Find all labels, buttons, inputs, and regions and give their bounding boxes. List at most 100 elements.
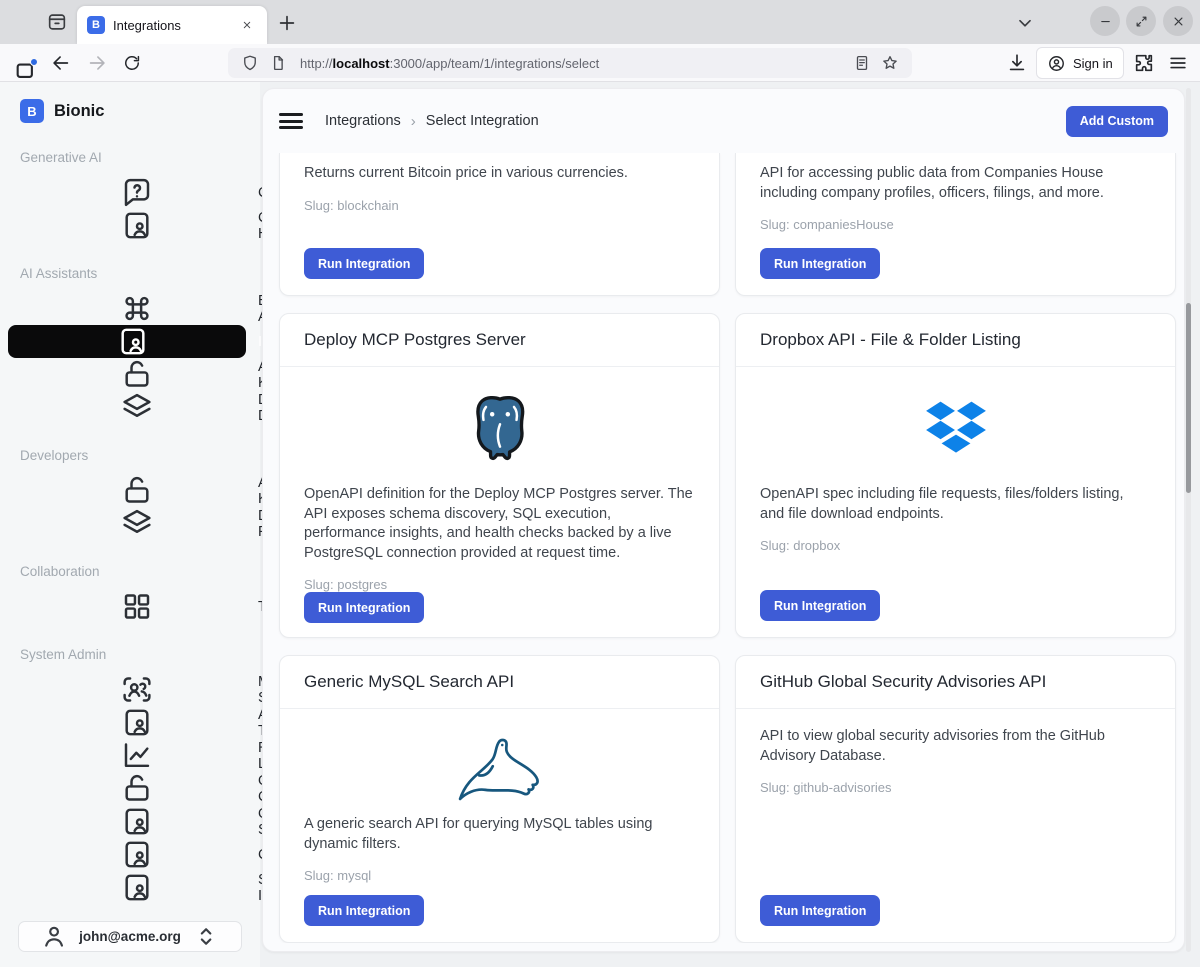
- book-user-icon: [28, 209, 246, 242]
- chat-question-icon: [28, 176, 246, 209]
- grid-icon: [28, 590, 246, 623]
- browser-menu-icon[interactable]: [1167, 52, 1189, 74]
- browser-tab[interactable]: B Integrations: [77, 6, 267, 44]
- firefox-view-icon[interactable]: [14, 60, 36, 82]
- card-description: Returns current Bitcoin price in various…: [304, 164, 695, 184]
- shield-icon[interactable]: [241, 54, 259, 72]
- browser-toolbar: http://localhost:3000/app/team/1/integra…: [0, 44, 1200, 82]
- sign-in-button[interactable]: Sign in: [1036, 47, 1124, 79]
- sidebar-item-dev-api-keys[interactable]: API Keys: [8, 474, 246, 507]
- sidebar-item-chat-history[interactable]: Chat History: [8, 209, 246, 242]
- page-info-icon[interactable]: [269, 54, 287, 72]
- card-slug: Slug: companiesHouse: [760, 217, 1151, 232]
- card-slug: Slug: github-advisories: [760, 780, 1151, 795]
- scrollbar-thumb[interactable]: [1186, 303, 1191, 493]
- run-integration-button[interactable]: Run Integration: [760, 590, 880, 621]
- user-email: john@acme.org: [79, 929, 181, 944]
- sidebar-item-document-pipelines[interactable]: Document Pipelines: [8, 507, 246, 540]
- book-user-icon: [20, 325, 246, 358]
- sidebar-item-categories[interactable]: Categories: [8, 838, 246, 871]
- mysql-logo: [304, 729, 695, 809]
- tab-manager-icon[interactable]: [46, 11, 68, 33]
- brand: B Bionic: [0, 96, 260, 126]
- cards-scroll-area[interactable]: Returns current Bitcoin price in various…: [263, 153, 1184, 943]
- menu-toggle-icon[interactable]: [279, 113, 303, 129]
- window-minimize-button[interactable]: [1090, 6, 1120, 36]
- sidebar-item-system-info[interactable]: System Info: [8, 871, 246, 904]
- book-user-icon: [28, 805, 246, 838]
- main-area: Integrations › Select Integration Add Cu…: [260, 82, 1200, 967]
- reader-mode-icon[interactable]: [853, 54, 871, 72]
- scrollbar-track[interactable]: [1186, 88, 1191, 952]
- sidebar-item-rate-limits[interactable]: Rate Limits: [8, 739, 246, 772]
- tab-title: Integrations: [113, 18, 237, 33]
- run-integration-button[interactable]: Run Integration: [304, 592, 424, 623]
- breadcrumb: Integrations › Select Integration: [325, 113, 539, 130]
- url-scheme: http://: [300, 56, 333, 71]
- sidebar-item-model-setup[interactable]: Model Setup: [8, 673, 246, 706]
- user-menu[interactable]: john@acme.org: [18, 921, 242, 952]
- card-slug: Slug: postgres: [304, 577, 695, 592]
- tab-favicon: B: [87, 16, 105, 34]
- back-button[interactable]: [50, 52, 72, 74]
- tab-close-icon[interactable]: [237, 15, 257, 35]
- run-integration-button[interactable]: Run Integration: [304, 248, 424, 279]
- sidebar-item-integrations[interactable]: Integrations: [8, 325, 246, 358]
- card-title: GitHub Global Security Advisories API: [736, 656, 1175, 709]
- run-integration-button[interactable]: Run Integration: [304, 895, 424, 926]
- card-blockchain: Returns current Bitcoin price in various…: [279, 153, 720, 296]
- breadcrumb-integrations[interactable]: Integrations: [325, 113, 401, 129]
- tab-list-chevron-icon[interactable]: [1014, 12, 1036, 34]
- sidebar-item-openapi-specs[interactable]: OpenAPI Specs: [8, 805, 246, 838]
- card-description: OpenAPI spec including file requests, fi…: [760, 485, 1151, 524]
- lock-open-icon: [28, 358, 246, 391]
- notification-dot: [30, 58, 38, 66]
- sidebar-item-explore-assistants[interactable]: Explore Assistants: [8, 292, 246, 325]
- browser-titlebar: B Integrations: [0, 0, 1200, 44]
- window-maximize-button[interactable]: [1126, 6, 1156, 36]
- add-custom-button[interactable]: Add Custom: [1066, 106, 1168, 137]
- section-label-generative-ai: Generative AI: [20, 148, 240, 168]
- reload-button[interactable]: [122, 53, 142, 73]
- card-github-advisories: GitHub Global Security Advisories API AP…: [735, 655, 1176, 943]
- person-icon: [29, 922, 79, 951]
- app-root: B Bionic Generative AI Chat Chat History…: [0, 82, 1200, 967]
- sidebar-item-oauth-clients[interactable]: OAuth Clients: [8, 772, 246, 805]
- card-description: API to view global security advisories f…: [760, 727, 1151, 766]
- card-description: OpenAPI definition for the Deploy MCP Po…: [304, 485, 695, 563]
- window-close-button[interactable]: [1163, 6, 1193, 36]
- sidebar-item-audit-trail[interactable]: Audit Trail: [8, 706, 246, 739]
- sidebar-item-teams[interactable]: Teams: [8, 590, 246, 623]
- bookmark-star-icon[interactable]: [881, 54, 899, 72]
- url-host: localhost: [333, 56, 390, 71]
- new-tab-button[interactable]: [276, 12, 298, 34]
- card-companies-house: API for accessing public data from Compa…: [735, 153, 1176, 296]
- url-path: :3000/app/team/1/integrations/select: [390, 56, 600, 71]
- panel-header: Integrations › Select Integration Add Cu…: [263, 89, 1184, 153]
- card-description: API for accessing public data from Compa…: [760, 164, 1151, 203]
- section-label-developers: Developers: [20, 446, 240, 466]
- dropbox-logo: [760, 387, 1151, 475]
- run-integration-button[interactable]: Run Integration: [760, 248, 880, 279]
- sidebar-item-chat[interactable]: Chat: [8, 176, 246, 209]
- run-integration-button[interactable]: Run Integration: [760, 895, 880, 926]
- account-icon: [1047, 54, 1066, 73]
- sign-in-label: Sign in: [1073, 56, 1113, 71]
- section-label-ai-assistants: AI Assistants: [20, 264, 240, 284]
- users-scan-icon: [28, 673, 246, 706]
- downloads-icon[interactable]: [1006, 52, 1028, 74]
- sidebar-item-api-keys[interactable]: API Keys: [8, 358, 246, 391]
- card-title: Deploy MCP Postgres Server: [280, 314, 719, 367]
- card-slug: Slug: mysql: [304, 868, 695, 883]
- url-bar[interactable]: http://localhost:3000/app/team/1/integra…: [228, 48, 912, 78]
- breadcrumb-separator: ›: [411, 113, 416, 130]
- brand-name: Bionic: [54, 102, 104, 121]
- postgresql-logo: [304, 387, 695, 475]
- extensions-puzzle-icon[interactable]: [1133, 52, 1155, 74]
- sidebar-item-datasets-documents[interactable]: Datasets & Documents: [8, 391, 246, 424]
- card-dropbox: Dropbox API - File & Folder Listing: [735, 313, 1176, 638]
- card-mysql: Generic MySQL Search API A generic searc…: [279, 655, 720, 943]
- card-postgres: Deploy MCP Postgres Server: [279, 313, 720, 638]
- book-user-icon: [28, 871, 246, 904]
- forward-button[interactable]: [86, 52, 108, 74]
